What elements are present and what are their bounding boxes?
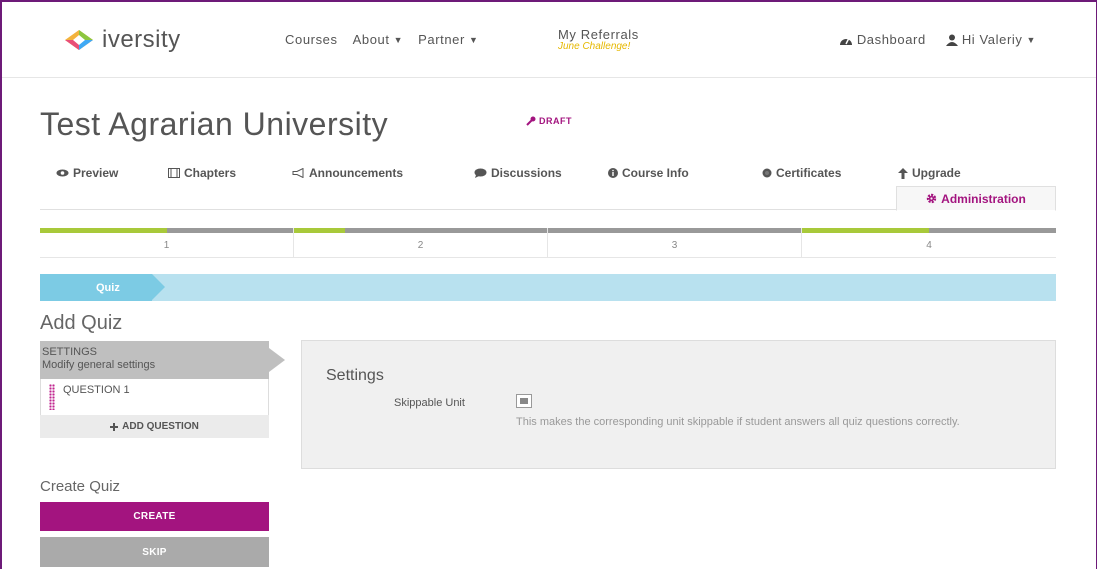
tab-certificates[interactable]: Certificates: [762, 166, 841, 180]
tab-preview[interactable]: Preview: [56, 166, 118, 180]
user-icon: [945, 34, 958, 46]
step-progress: 1 2 3 4: [40, 228, 1056, 258]
comment-icon: [474, 168, 487, 178]
caret-down-icon: ▼: [1026, 34, 1036, 45]
settings-item-subtitle: Modify general settings: [42, 359, 156, 371]
skippable-help-text: This makes the corresponding unit skippa…: [516, 416, 960, 428]
main-nav: Courses About ▼ Partner ▼: [285, 32, 478, 47]
draft-label: DRAFT: [539, 116, 572, 126]
dashboard-link[interactable]: Dashboard: [839, 32, 926, 47]
nav-about[interactable]: About ▼: [353, 32, 404, 47]
certificate-icon: [762, 168, 772, 178]
film-icon: [168, 168, 180, 178]
tab-chapters[interactable]: Chapters: [168, 166, 236, 180]
add-question-label: ADD QUESTION: [122, 421, 199, 432]
tab-chapters-label: Chapters: [184, 166, 237, 180]
sidebar-item-settings[interactable]: SETTINGS Modify general settings: [40, 341, 285, 379]
tab-discussions[interactable]: Discussions: [474, 166, 562, 180]
arrow-up-icon: [898, 167, 908, 179]
step-fill: [40, 228, 167, 233]
info-icon: [608, 168, 618, 178]
nav-courses-label: Courses: [285, 32, 338, 47]
quiz-breadcrumb[interactable]: Quiz: [40, 274, 165, 301]
nav-partner[interactable]: Partner ▼: [418, 32, 478, 47]
top-header: iversity Courses About ▼ Partner ▼ My Refe…: [2, 2, 1096, 78]
step-1[interactable]: 1: [40, 228, 294, 258]
tab-preview-label: Preview: [73, 166, 119, 180]
caret-down-icon: ▼: [393, 34, 404, 45]
referrals-label: My Referrals: [558, 27, 639, 42]
user-menu[interactable]: Hi Valeriy ▼: [945, 32, 1036, 47]
quiz-sidebar: SETTINGS Modify general settings QUESTIO…: [40, 341, 285, 438]
tab-certificates-label: Certificates: [776, 166, 842, 180]
add-question-button[interactable]: ADD QUESTION: [40, 415, 269, 438]
skippable-unit-label: Skippable Unit: [394, 397, 465, 409]
step-3[interactable]: 3: [548, 228, 802, 258]
draft-badge[interactable]: DRAFT: [526, 116, 572, 126]
create-quiz-title: Create Quiz: [40, 478, 121, 495]
tab-announcements[interactable]: Announcements: [292, 166, 403, 180]
create-button[interactable]: CREATE: [40, 502, 269, 531]
step-bar: [548, 228, 801, 233]
referrals-sub-label: June Challenge!: [558, 41, 631, 52]
tab-discussions-label: Discussions: [491, 166, 562, 180]
add-quiz-title: Add Quiz: [40, 312, 123, 334]
logo-text: iversity: [102, 26, 181, 53]
tab-upgrade[interactable]: Upgrade: [898, 166, 961, 180]
dashboard-icon: [839, 34, 853, 46]
tab-course-info[interactable]: Course Info: [608, 166, 689, 180]
dashboard-label: Dashboard: [856, 32, 926, 47]
question-label: QUESTION 1: [63, 384, 130, 396]
nav-partner-label: Partner: [418, 32, 465, 47]
step-fill: [802, 228, 929, 233]
drag-handle-icon[interactable]: [49, 384, 55, 410]
plus-icon: [110, 422, 119, 431]
step-number: 3: [671, 240, 678, 251]
caret-down-icon: ▼: [468, 34, 479, 45]
skip-button[interactable]: SKIP: [40, 537, 269, 567]
quiz-banner: Quiz: [40, 274, 1056, 301]
step-fill: [294, 228, 345, 233]
user-label: Hi Valeriy: [961, 32, 1023, 47]
step-4[interactable]: 4: [802, 228, 1056, 258]
course-tabs: Preview Chapters Announcements Discussio…: [40, 166, 1056, 211]
megaphone-icon: [292, 168, 305, 178]
wrench-icon: [526, 116, 536, 126]
page-title: Test Agrarian University: [40, 106, 389, 142]
skippable-unit-checkbox[interactable]: [516, 394, 532, 408]
settings-item-title: SETTINGS: [42, 346, 98, 358]
step-2[interactable]: 2: [294, 228, 548, 258]
step-number: 1: [163, 240, 170, 251]
tab-announcements-label: Announcements: [309, 166, 404, 180]
user-nav: Dashboard Hi Valeriy ▼: [839, 32, 1036, 47]
settings-panel: Settings Skippable Unit This makes the c…: [301, 340, 1056, 469]
step-number: 2: [417, 240, 424, 251]
gear-icon: [926, 193, 937, 204]
settings-panel-title: Settings: [326, 367, 384, 384]
tab-administration-label: Administration: [941, 191, 1026, 206]
step-number: 4: [926, 240, 932, 251]
iversity-logo[interactable]: iversity: [62, 26, 181, 54]
tab-course-info-label: Course Info: [622, 166, 689, 180]
logo-icon: [62, 28, 96, 52]
nav-courses[interactable]: Courses: [285, 32, 338, 47]
tab-administration[interactable]: Administration: [896, 186, 1056, 211]
eye-icon: [56, 169, 69, 177]
tab-upgrade-label: Upgrade: [912, 166, 961, 180]
nav-my-referrals[interactable]: My Referrals June Challenge!: [558, 27, 639, 53]
sidebar-item-question-1[interactable]: QUESTION 1: [40, 379, 269, 415]
nav-about-label: About: [352, 32, 390, 47]
